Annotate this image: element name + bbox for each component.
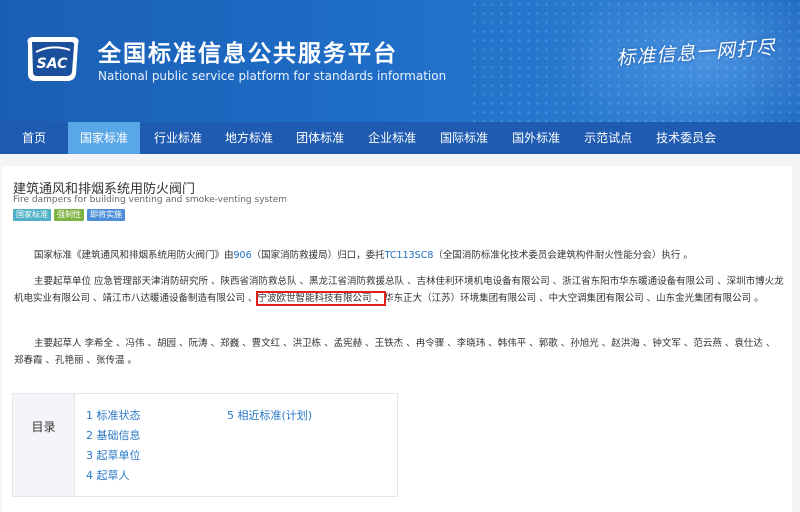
table-of-contents: 目录 1 标准状态 2 基础信息 3 起草单位 4 起草人 5 相近标准(计划)	[12, 393, 398, 497]
toc-item-drafters[interactable]: 4 起草人	[86, 467, 130, 483]
link-code-tc113sc8[interactable]: TC113SC8	[385, 250, 434, 261]
nav-item-demonstration-pilot[interactable]: 示范试点	[572, 122, 644, 154]
para1-suffix: （全国消防标准化技术委员会建筑构件耐火性能分会）执行 。	[433, 250, 693, 261]
site-title: 全国标准信息公共服务平台	[98, 41, 398, 67]
standard-tags: 国家标准 强制性 即将实施	[13, 209, 125, 221]
site-title-english: National public service platform for sta…	[98, 69, 447, 83]
nav-item-foreign-standards[interactable]: 国外标准	[500, 122, 572, 154]
toc-item-basic-info[interactable]: 2 基础信息	[86, 427, 141, 443]
toc-label: 目录	[13, 394, 75, 496]
tag-national-standard: 国家标准	[13, 209, 51, 221]
toc-item-similar-standards[interactable]: 5 相近标准(计划)	[227, 407, 312, 423]
nav-item-international-standards[interactable]: 国际标准	[428, 122, 500, 154]
nav-item-local-standards[interactable]: 地方标准	[214, 122, 284, 154]
nav-item-industry-standards[interactable]: 行业标准	[140, 122, 214, 154]
nav-item-home[interactable]: 首页	[0, 122, 68, 154]
standard-title-english: Fire dampers for building venting and sm…	[13, 195, 288, 205]
link-code-906[interactable]: 906	[234, 250, 252, 261]
tag-upcoming: 即将实施	[87, 209, 125, 221]
paragraph-responsibility: 国家标准《建筑通风和排烟系统用防火阀门》由906（国家消防救援局）归口，委托TC…	[14, 247, 784, 264]
paragraph-drafting-units: 主要起草单位 应急管理部天津消防研究所 、陕西省消防救总队 、黑龙江省消防救援总…	[14, 273, 784, 307]
paragraph-drafters: 主要起草人 李希全 、冯伟 、胡园 、阮涛 、郑巍 、曹文红 、洪卫栋 、孟宪赫…	[14, 335, 784, 369]
nav-item-national-standards[interactable]: 国家标准	[68, 122, 141, 154]
logo-text: SAC	[37, 56, 68, 72]
para1-middle: （国家消防救援局）归口，委托	[251, 250, 385, 261]
nav-item-group-standards[interactable]: 团体标准	[284, 122, 356, 154]
nav-item-technical-committee[interactable]: 技术委员会	[644, 122, 728, 154]
para2-after: 华东正大（江苏）环境集团有限公司 、中大空调集团有限公司 、山东金光集团有限公司…	[384, 293, 764, 304]
nav-item-enterprise-standards[interactable]: 企业标准	[356, 122, 428, 154]
highlighted-unit: 宁波欧世智能科技有限公司 、	[255, 291, 387, 306]
para1-prefix: 国家标准《建筑通风和排烟系统用防火阀门》由	[34, 250, 234, 261]
main-nav: 首页 国家标准 行业标准 地方标准 团体标准 企业标准 国际标准 国外标准 示范…	[0, 122, 800, 154]
header-banner: SAC 全国标准信息公共服务平台 National public service…	[0, 0, 800, 122]
sac-logo-icon[interactable]: SAC	[22, 34, 82, 84]
tag-mandatory: 强制性	[54, 209, 84, 221]
toc-item-status[interactable]: 1 标准状态	[86, 407, 141, 423]
para3-text: 主要起草人 李希全 、冯伟 、胡园 、阮涛 、郑巍 、曹文红 、洪卫栋 、孟宪赫…	[14, 338, 776, 366]
toc-item-drafting-units[interactable]: 3 起草单位	[86, 447, 141, 463]
